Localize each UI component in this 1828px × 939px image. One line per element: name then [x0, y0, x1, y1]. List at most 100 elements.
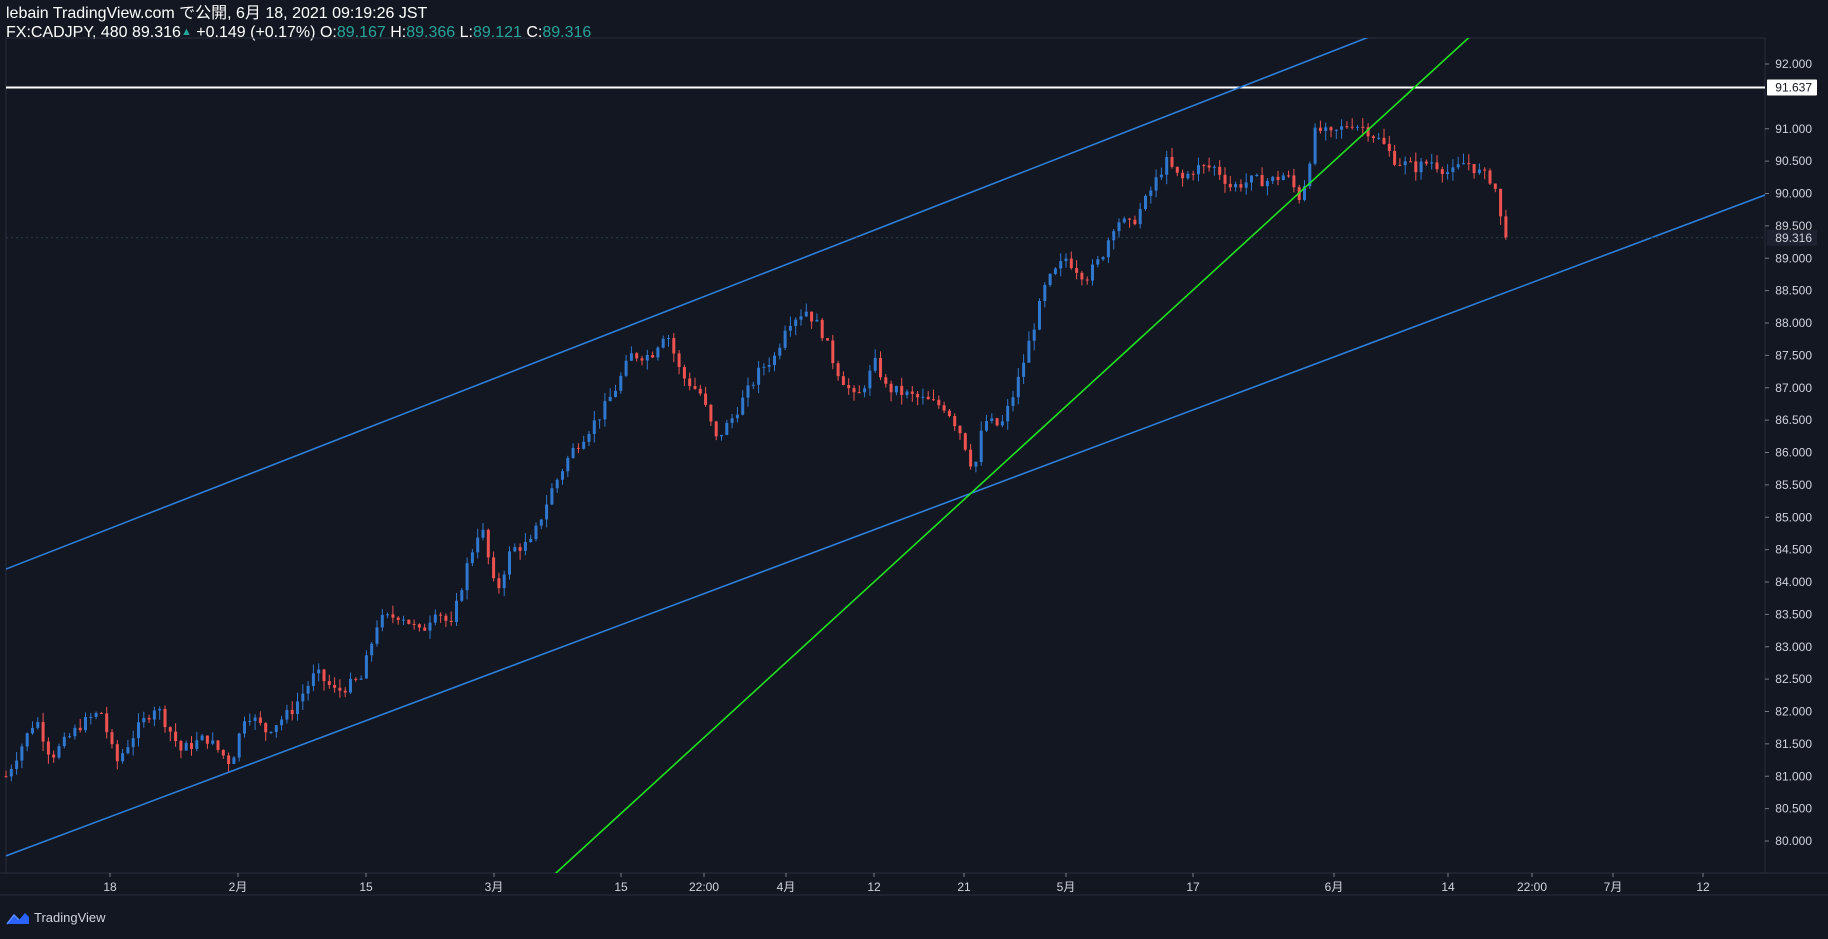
candle	[205, 735, 209, 749]
candle	[518, 543, 522, 560]
candle	[1043, 282, 1047, 308]
candle	[953, 413, 957, 431]
candle	[1255, 173, 1259, 177]
candle	[804, 303, 808, 318]
candle	[15, 752, 19, 775]
candle	[1483, 167, 1487, 180]
candle	[470, 548, 474, 567]
price-tick-label: 90.500	[1775, 154, 1812, 168]
candle	[1382, 128, 1386, 145]
candle	[211, 732, 215, 746]
candle	[1366, 123, 1370, 142]
price-axis[interactable]: 80.000 80.500 81.000 81.500 82.000 82.500 83.0…	[1765, 57, 1817, 848]
candle	[439, 612, 443, 623]
candle	[852, 385, 856, 401]
channel-lower[interactable]	[6, 194, 1769, 857]
candle	[1499, 188, 1503, 225]
candle	[1371, 134, 1375, 143]
candle	[497, 572, 501, 594]
time-tick-label: 15	[614, 880, 628, 894]
candle	[1419, 157, 1423, 180]
candle	[1276, 170, 1280, 186]
candle	[301, 684, 305, 711]
candle	[417, 623, 421, 632]
candle	[1393, 145, 1397, 167]
candle	[152, 706, 156, 727]
candle	[1175, 166, 1179, 177]
price-tick-label: 85.000	[1775, 510, 1812, 524]
candle	[1260, 167, 1264, 187]
candle	[444, 613, 448, 627]
footer-brand[interactable]: TradingView	[6, 910, 106, 925]
resistance-price-label: 91.637	[1767, 79, 1817, 96]
candle	[52, 750, 56, 763]
candle	[942, 401, 946, 414]
candle	[338, 679, 342, 698]
candle	[412, 619, 416, 630]
candle	[492, 551, 496, 582]
candle	[4, 770, 8, 778]
candle	[889, 380, 893, 402]
candle	[253, 714, 257, 730]
candle	[1228, 175, 1232, 192]
candle	[1239, 179, 1243, 192]
candle	[147, 714, 151, 723]
candle	[142, 711, 146, 728]
candle	[1016, 368, 1020, 405]
candle	[190, 736, 193, 756]
candle	[910, 386, 914, 402]
candle	[94, 711, 98, 720]
candle	[1207, 157, 1211, 172]
candle	[608, 388, 612, 402]
candle	[1467, 154, 1471, 171]
candle	[264, 722, 268, 741]
candle	[1038, 298, 1041, 331]
channel-upper[interactable]	[6, 19, 1416, 570]
green-trendline[interactable]	[552, 22, 1486, 877]
price-tick-label: 89.000	[1775, 251, 1812, 265]
candle	[990, 413, 994, 424]
candle	[603, 392, 607, 427]
candle	[1027, 331, 1031, 363]
candle	[258, 711, 262, 726]
candle	[693, 377, 697, 390]
candle	[364, 650, 368, 679]
candle	[661, 335, 665, 349]
candle	[879, 351, 882, 381]
price-tick-label: 90.000	[1775, 187, 1812, 201]
candle	[757, 361, 761, 394]
candle	[645, 349, 649, 370]
candle	[974, 461, 978, 473]
time-tick-label: 22:00	[689, 880, 719, 894]
price-tick-label: 87.000	[1775, 381, 1812, 395]
candle	[343, 687, 347, 698]
candle	[163, 705, 167, 733]
candle	[137, 713, 140, 747]
candle	[391, 605, 395, 624]
price-tick-label: 92.000	[1775, 57, 1812, 71]
candle	[1430, 153, 1434, 170]
candle	[290, 701, 294, 721]
candle	[269, 731, 273, 735]
candle	[921, 388, 925, 405]
candle	[131, 730, 135, 756]
candle	[1250, 175, 1253, 191]
price-chart[interactable]: 80.000 80.500 81.000 81.500 82.000 82.500 83.0…	[0, 0, 1828, 939]
candle	[1011, 390, 1015, 412]
candle	[1159, 167, 1163, 180]
time-axis[interactable]: 18 2月 15 3月 15 22:00 4月 12 21 5月 17 6月 14 22:00 7月 12	[103, 873, 1710, 894]
time-tick-label: 5月	[1057, 880, 1076, 894]
candle	[1064, 253, 1068, 268]
candle	[502, 570, 506, 597]
price-tick-label: 88.000	[1775, 316, 1812, 330]
candle	[762, 363, 766, 376]
candle	[1303, 180, 1306, 202]
time-tick-label: 2月	[229, 880, 248, 894]
candle	[1080, 270, 1084, 286]
price-tick-label: 83.000	[1775, 640, 1812, 654]
candle	[985, 414, 988, 433]
candle	[916, 391, 920, 406]
candle	[327, 674, 331, 689]
candle	[1006, 398, 1010, 430]
candle	[836, 360, 840, 381]
